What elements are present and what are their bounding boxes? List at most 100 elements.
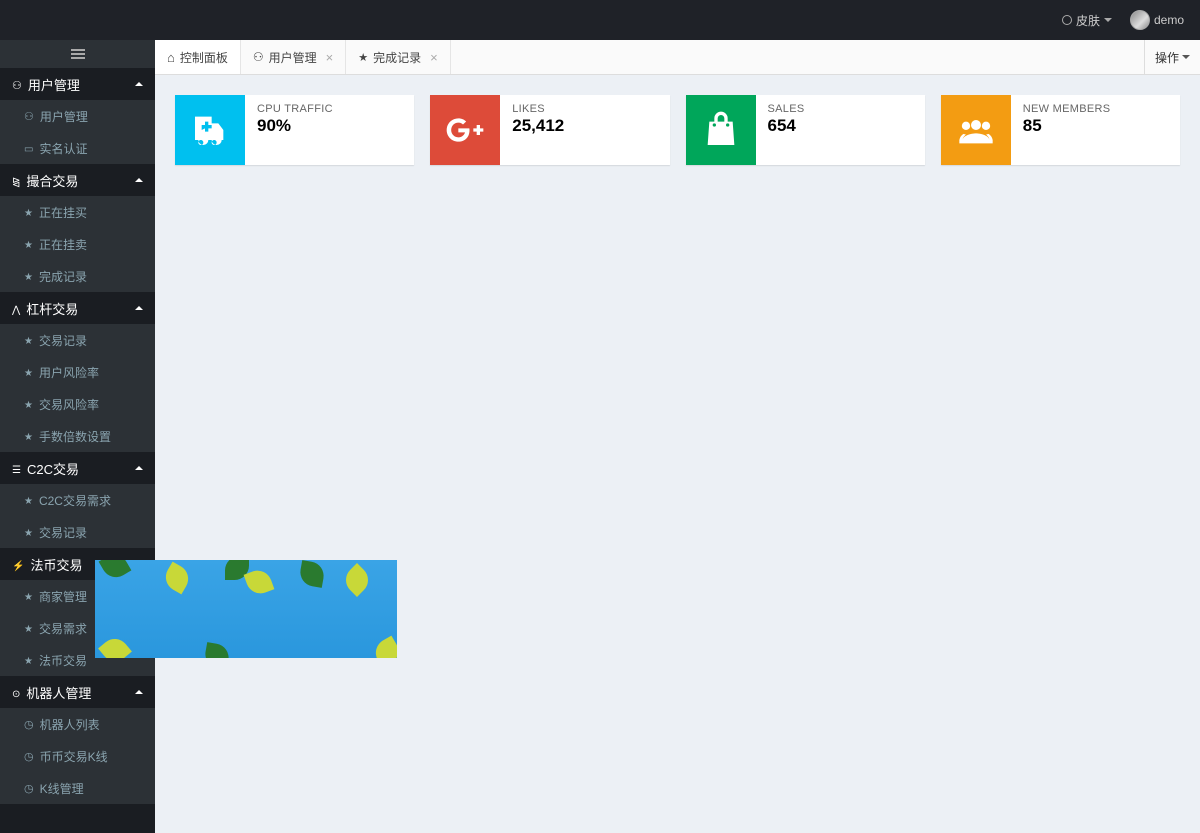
stat-card-2: SALES654	[686, 95, 925, 165]
star-icon	[24, 589, 33, 603]
sidebar-item-label: 交易风险率	[39, 396, 99, 413]
card-label: LIKES	[512, 103, 657, 115]
star-icon	[24, 365, 33, 379]
headset-icon	[12, 685, 20, 700]
clock-icon	[24, 717, 34, 731]
skin-switcher[interactable]: 皮肤	[1062, 12, 1112, 29]
user-tab-icon	[253, 50, 264, 64]
close-icon[interactable]: ×	[326, 50, 334, 65]
sidebar-item-label: 机器人列表	[40, 716, 100, 733]
card-icon	[175, 95, 245, 165]
stat-card-1: LIKES25,412	[430, 95, 669, 165]
tab-1[interactable]: 用户管理 ×	[241, 40, 346, 74]
card-value: 25,412	[512, 116, 657, 136]
card-label: SALES	[768, 103, 913, 115]
pulse-icon	[12, 301, 20, 316]
sidebar-item-label: K线管理	[40, 780, 84, 797]
card-value: 85	[1023, 116, 1168, 136]
home-icon	[167, 50, 175, 65]
sidebar-item-label: 法币交易	[39, 652, 87, 669]
star-icon	[24, 429, 33, 443]
sidebar-item-2-2[interactable]: 交易风险率	[0, 388, 155, 420]
sidebar-item-2-0[interactable]: 交易记录	[0, 324, 155, 356]
sidebar-item-5-1[interactable]: 币币交易K线	[0, 740, 155, 772]
avatar	[1130, 10, 1150, 30]
sidebar-item-2-1[interactable]: 用户风险率	[0, 356, 155, 388]
chevron-up-icon	[135, 306, 143, 310]
star-icon	[24, 205, 33, 219]
sidebar-item-0-1[interactable]: 实名认证	[0, 132, 155, 164]
tab-2[interactable]: 完成记录 ×	[346, 40, 450, 74]
sidebar-item-3-1[interactable]: 交易记录	[0, 516, 155, 548]
sidebar-group-1[interactable]: 撮合交易	[0, 164, 155, 196]
star-icon	[24, 621, 33, 635]
sidebar-item-0-0[interactable]: 用户管理	[0, 100, 155, 132]
hamburger-icon	[71, 49, 85, 59]
chevron-up-icon	[135, 82, 143, 86]
star-tab-icon	[358, 50, 368, 64]
main-area: 控制面板用户管理×完成记录× 操作 CPU TRAFFIC90%LIKES25,…	[155, 40, 1200, 833]
star-icon	[24, 333, 33, 347]
card-icon	[24, 141, 33, 155]
sidebar-group-label: 用户管理	[28, 75, 80, 94]
card-icon	[941, 95, 1011, 165]
sidebar-item-label: 交易需求	[39, 620, 87, 637]
sidebar-item-label: 用户管理	[40, 108, 88, 125]
sidebar-group-5[interactable]: 机器人管理	[0, 676, 155, 708]
sidebar-item-label: 手数倍数设置	[39, 428, 111, 445]
sidebar-item-label: 商家管理	[39, 588, 87, 605]
caret-down-icon	[1104, 18, 1112, 22]
sidebar-item-1-2[interactable]: 完成记录	[0, 260, 155, 292]
sidebar-toggle[interactable]	[0, 40, 155, 68]
sidebar-group-0[interactable]: 用户管理	[0, 68, 155, 100]
sidebar-item-1-0[interactable]: 正在挂买	[0, 196, 155, 228]
sidebar-item-5-0[interactable]: 机器人列表	[0, 708, 155, 740]
stat-card-3: NEW MEMBERS85	[941, 95, 1180, 165]
tab-label: 完成记录	[373, 49, 421, 66]
skin-label: 皮肤	[1076, 12, 1100, 29]
actions-dropdown[interactable]: 操作	[1144, 40, 1200, 74]
sidebar-item-5-2[interactable]: K线管理	[0, 772, 155, 804]
card-label: NEW MEMBERS	[1023, 103, 1168, 115]
sidebar-item-label: 正在挂买	[39, 204, 87, 221]
card-value: 654	[768, 116, 913, 136]
tab-label: 控制面板	[180, 49, 228, 66]
star-icon	[24, 397, 33, 411]
card-label: CPU TRAFFIC	[257, 103, 402, 115]
sidebar-group-label: 机器人管理	[26, 683, 91, 702]
sidebar-item-label: C2C交易需求	[39, 492, 111, 509]
close-icon[interactable]: ×	[430, 50, 438, 65]
sidebar-item-3-0[interactable]: C2C交易需求	[0, 484, 155, 516]
sidebar-group-label: 杠杆交易	[26, 299, 78, 318]
sidebar-group-label: 撮合交易	[26, 171, 78, 190]
star-icon	[24, 269, 33, 283]
card-icon	[430, 95, 500, 165]
circle-icon	[1062, 15, 1072, 25]
chevron-up-icon	[135, 690, 143, 694]
star-icon	[24, 525, 33, 539]
star-icon	[24, 493, 33, 507]
tab-0[interactable]: 控制面板	[155, 40, 241, 74]
sidebar-item-1-1[interactable]: 正在挂卖	[0, 228, 155, 260]
actions-label: 操作	[1155, 49, 1179, 66]
clock-icon	[24, 749, 34, 763]
tab-label: 用户管理	[269, 49, 317, 66]
sidebar-item-label: 完成记录	[39, 268, 87, 285]
tab-bar: 控制面板 用户管理 × 完成记录 × 操作	[155, 40, 1200, 75]
username-label: demo	[1154, 13, 1184, 27]
caret-down-icon	[1182, 55, 1190, 59]
user-menu[interactable]: demo	[1130, 10, 1184, 30]
sidebar-item-label: 正在挂卖	[39, 236, 87, 253]
sidebar-group-label: C2C交易	[27, 459, 79, 478]
sidebar-item-2-3[interactable]: 手数倍数设置	[0, 420, 155, 452]
sidebar-group-2[interactable]: 杠杆交易	[0, 292, 155, 324]
top-header: 皮肤 demo	[0, 0, 1200, 40]
stat-card-0: CPU TRAFFIC90%	[175, 95, 414, 165]
flash-icon	[12, 557, 24, 572]
chevron-up-icon	[135, 466, 143, 470]
chart-icon	[12, 173, 20, 188]
star-icon	[24, 237, 33, 251]
sidebar-group-3[interactable]: C2C交易	[0, 452, 155, 484]
sidebar-item-label: 币币交易K线	[40, 748, 108, 765]
sidebar-item-label: 交易记录	[39, 332, 87, 349]
